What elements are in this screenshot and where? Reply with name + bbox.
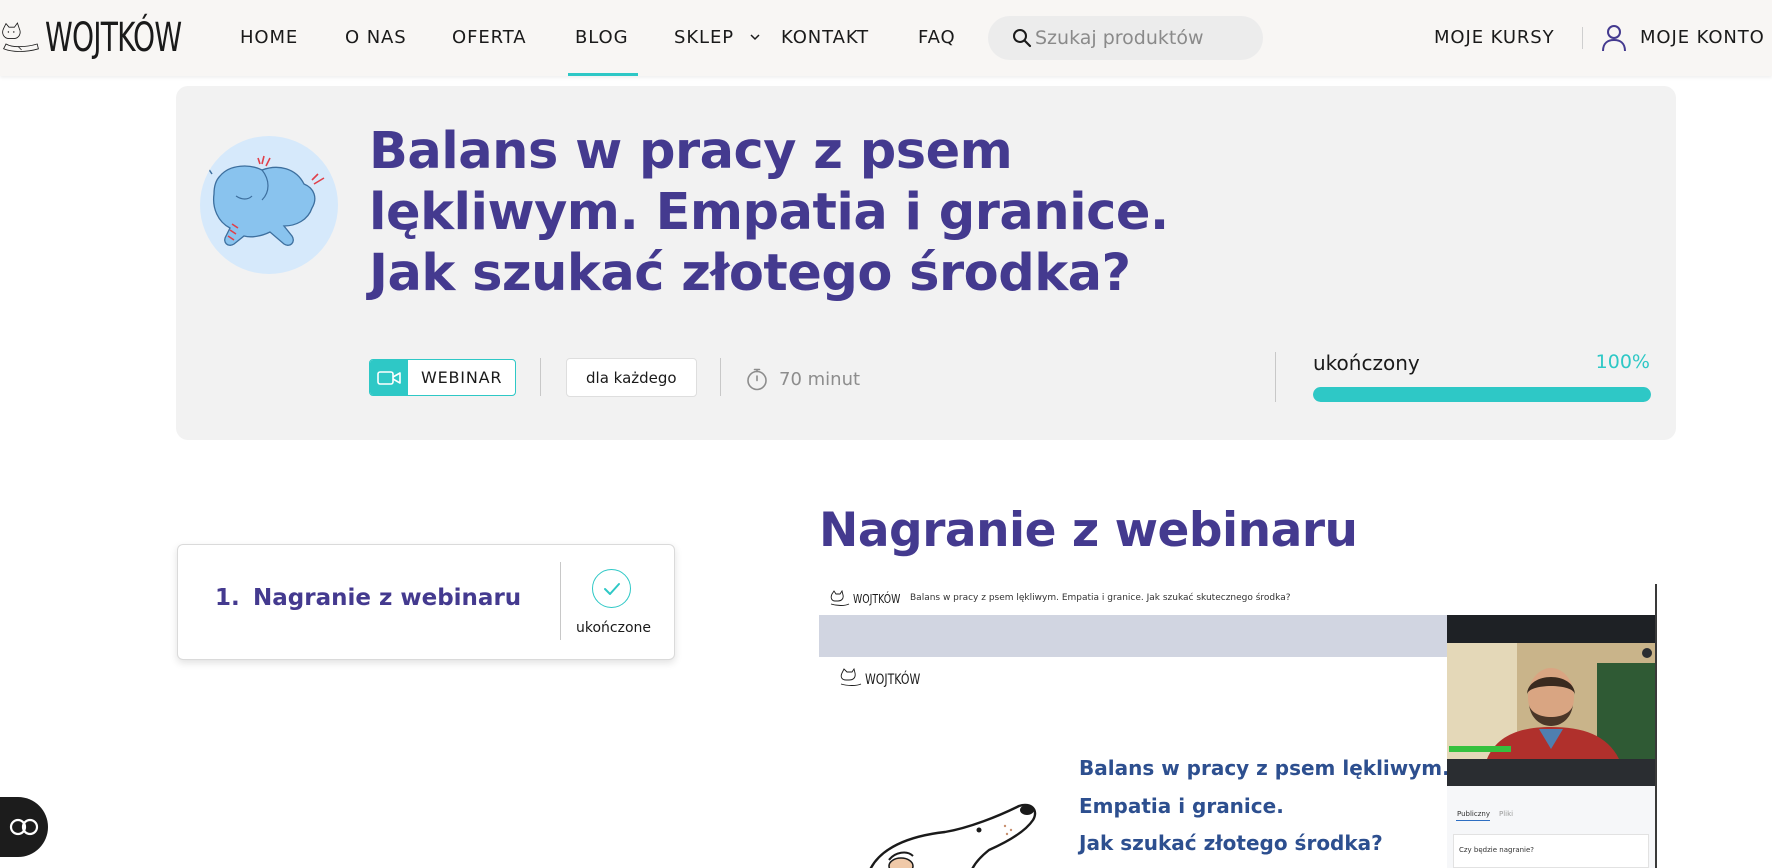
progress-label: ukończony [1313,351,1420,375]
user-icon[interactable] [1601,24,1627,52]
video-logo-text: WOJTKÓW [853,592,901,606]
lesson-divider [560,562,561,640]
dog-illustration [207,155,325,246]
video-top-title: Balans w pracy z psem lękliwym. Empatia … [910,593,1291,603]
video-slide-logo-text: WOJTKÓW [865,672,921,688]
top-navigation: WOJTKÓW HOME O NAS OFERTA BLOG SKLEP KON… [0,0,1772,76]
video-sidebar-toolbar [1447,759,1655,786]
video-slide-header [819,615,1447,657]
section-title: Nagranie z webinaru [819,503,1358,558]
logo[interactable]: WOJTKÓW [0,8,220,68]
chat-widget-button[interactable] [0,797,48,857]
search-icon [1013,29,1032,48]
chat-icon [9,818,39,836]
video-slide-title-line: Balans w pracy z psem lękliwym. [1079,756,1450,780]
video-tab-files[interactable]: Pliki [1499,810,1513,818]
lesson-number: 1. [215,585,240,611]
course-type-badge: WEBINAR [369,359,517,396]
logo-text: WOJTKÓW [45,15,182,61]
cat-logo-icon [2,22,39,52]
stopwatch-icon [747,368,767,391]
nav-o-nas[interactable]: O NAS [345,27,407,48]
course-hero: Balans w pracy z psem lękliwym. Empatia … [176,86,1676,440]
lesson-status: ukończone [576,620,652,636]
nav-divider [1582,27,1583,49]
video-slide-title: Balans w pracy z psem lękliwym. Empatia … [1079,750,1450,863]
nav-faq[interactable]: FAQ [918,27,956,48]
nav-sklep[interactable]: SKLEP [674,27,734,48]
course-duration-text: 70 minut [779,368,861,390]
progress-bar [1313,387,1651,402]
check-circle-icon [592,569,631,608]
nav-my-courses[interactable]: MOJE KURSY [1434,27,1555,48]
course-duration: 70 minut [745,367,860,391]
course-type-label: WEBINAR [421,368,503,387]
search-input[interactable] [1035,27,1265,49]
course-level-badge: dla każdego [566,358,697,397]
course-illustration [200,136,338,274]
chevron-down-icon[interactable] [748,30,762,44]
progress-percent: 100% [1595,351,1650,373]
video-chat-message-text: Czy będzie nagranie? [1459,846,1535,854]
search-bar[interactable] [988,16,1265,60]
course-title: Balans w pracy z psem lękliwym. Empatia … [369,122,1169,303]
nav-active-indicator [568,73,638,76]
video-player[interactable]: WOJTKÓW Balans w pracy z psem lękliwym. … [819,584,1657,868]
nav-blog[interactable]: BLOG [575,27,628,48]
video-camera-icon [370,360,408,395]
nav-home[interactable]: HOME [240,27,298,48]
lesson-title[interactable]: Nagranie z webinaru [253,585,521,611]
progress-divider [1275,352,1276,402]
meta-divider [720,358,721,396]
nav-my-account[interactable]: MOJE KONTO [1640,27,1765,48]
lesson-item[interactable]: 1. Nagranie z webinaru ukończone [177,544,675,660]
video-tab-indicator [1456,820,1490,821]
video-slide-title-line: Jak szukać złotego środka? [1079,831,1383,855]
dog-sketch-illustration [869,803,1037,868]
video-slide-logo-icon [840,668,862,686]
progress-bar-fill [1313,387,1651,402]
video-tab-public[interactable]: Publiczny [1457,810,1490,818]
webcam-feed [1447,643,1655,759]
meta-divider [540,358,541,396]
nav-kontakt[interactable]: KONTAKT [781,27,869,48]
video-logo-icon [830,590,850,606]
video-slide-title-line: Empatia i granice. [1079,793,1284,818]
nav-oferta[interactable]: OFERTA [452,27,526,48]
video-topbar: WOJTKÓW Balans w pracy z psem lękliwym. … [819,584,1655,615]
